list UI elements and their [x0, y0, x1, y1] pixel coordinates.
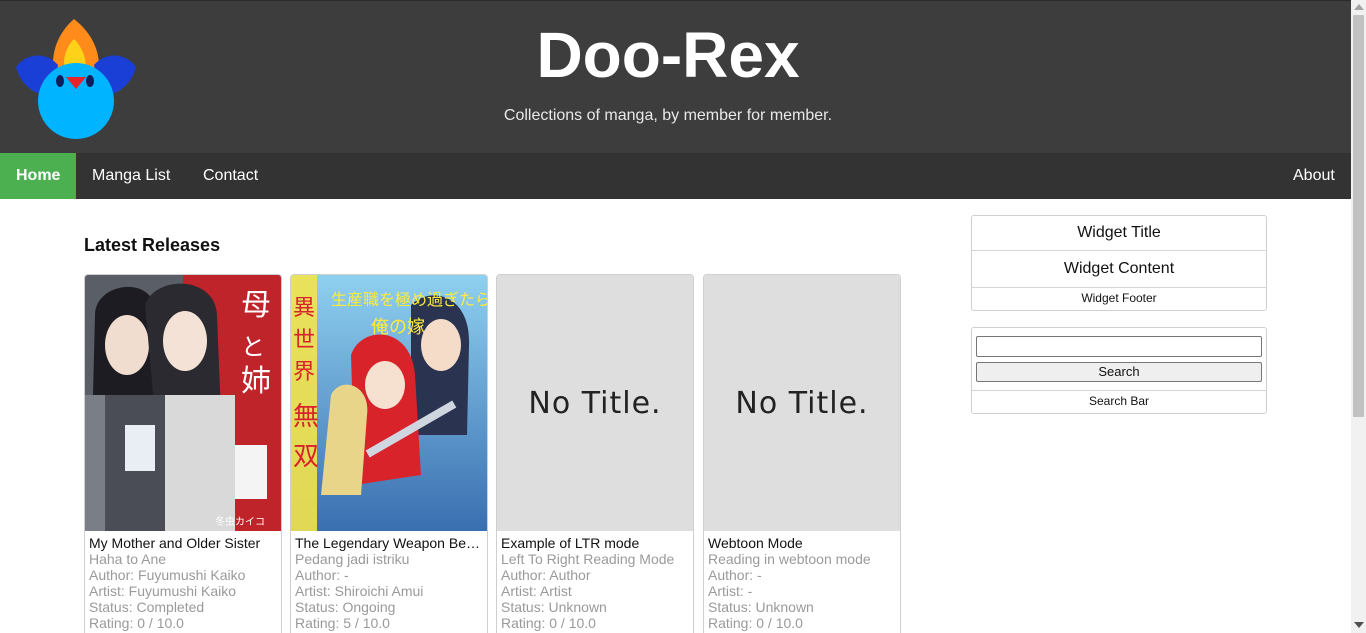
manga-title[interactable]: Example of LTR mode — [501, 535, 691, 551]
manga-artist: Artist: Artist — [501, 583, 572, 599]
svg-text:生産職を極め過ぎたら: 生産職を極め過ぎたら — [331, 290, 487, 309]
widget-content: Widget Content — [972, 251, 1266, 288]
manga-card[interactable]: 異 世 界 無 双 生産職を極め過ぎたら 俺の嫁 The Legendary W… — [290, 274, 488, 633]
manga-artist: Artist: Shiroichi Amui — [295, 583, 424, 599]
svg-text:世: 世 — [293, 328, 315, 353]
cover-title-text: 母 — [241, 288, 271, 323]
manga-rating: Rating: 0 / 10.0 — [501, 615, 596, 631]
manga-status: Status: Completed — [89, 599, 205, 615]
svg-text:と: と — [241, 333, 265, 361]
no-title-placeholder: No Title. — [528, 385, 662, 421]
search-form: Search — [972, 328, 1266, 391]
manga-title[interactable]: The Legendary Weapon Became My Bride — [295, 535, 485, 551]
manga-title[interactable]: Webtoon Mode — [708, 535, 898, 551]
no-title-placeholder: No Title. — [735, 385, 869, 421]
manga-alt-title: Left To Right Reading Mode — [501, 551, 675, 567]
page-scrollbar[interactable] — [1351, 0, 1366, 633]
svg-text:界: 界 — [293, 360, 315, 385]
widget-title: Widget Title — [972, 216, 1266, 251]
manga-cover-image: 母 と 姉 冬虫カイコ — [85, 275, 281, 531]
manga-author: Author: Fuyumushi Kaiko — [89, 567, 246, 583]
manga-alt-title: Reading in webtoon mode — [708, 551, 871, 567]
manga-card[interactable]: No Title. Webtoon Mode Reading in webtoo… — [703, 274, 901, 633]
manga-cover[interactable]: No Title. — [497, 275, 693, 531]
manga-cover[interactable]: 異 世 界 無 双 生産職を極め過ぎたら 俺の嫁 — [291, 275, 487, 531]
scroll-up-arrow-icon[interactable] — [1354, 4, 1364, 10]
search-widget: Search Search Bar — [971, 327, 1267, 414]
nav-home[interactable]: Home — [0, 153, 77, 199]
svg-text:俺の嫁: 俺の嫁 — [371, 317, 425, 338]
site-tagline: Collections of manga, by member for memb… — [503, 107, 833, 124]
manga-card-info: The Legendary Weapon Became My Bride Ped… — [295, 535, 485, 631]
manga-card-info: Webtoon Mode Reading in webtoon mode Aut… — [708, 535, 898, 631]
manga-rating: Rating: 0 / 10.0 — [708, 615, 803, 631]
nav-contact[interactable]: Contact — [187, 153, 274, 199]
manga-rating: Rating: 5 / 10.0 — [295, 615, 390, 631]
nav-manga-list[interactable]: Manga List — [76, 153, 186, 199]
manga-alt-title: Haha to Ane — [89, 551, 167, 567]
manga-card-info: Example of LTR mode Left To Right Readin… — [501, 535, 691, 631]
nav-about[interactable]: About — [1277, 153, 1351, 199]
manga-cover[interactable]: No Title. — [704, 275, 900, 531]
scroll-down-arrow-icon[interactable] — [1354, 622, 1364, 628]
svg-text:無: 無 — [293, 402, 319, 432]
manga-cover-image: 異 世 界 無 双 生産職を極め過ぎたら 俺の嫁 — [291, 275, 487, 531]
manga-author: Author: Author — [501, 567, 591, 583]
svg-text:姉: 姉 — [241, 364, 271, 399]
sidebar-widget: Widget Title Widget Content Widget Foote… — [971, 215, 1267, 311]
manga-cover[interactable]: 母 と 姉 冬虫カイコ — [85, 275, 281, 531]
manga-rating: Rating: 0 / 10.0 — [89, 615, 184, 631]
manga-card[interactable]: No Title. Example of LTR mode Left To Ri… — [496, 274, 694, 633]
search-bar-footer: Search Bar — [1088, 394, 1150, 408]
manga-card[interactable]: 母 と 姉 冬虫カイコ My Mother and Older Sister H… — [84, 274, 282, 633]
scroll-thumb[interactable] — [1353, 15, 1364, 417]
main-nav: Home Manga List Contact About — [0, 153, 1351, 199]
manga-title[interactable]: My Mother and Older Sister — [89, 535, 279, 551]
manga-alt-title: Pedang jadi istriku — [295, 551, 410, 567]
manga-artist: Artist: Fuyumushi Kaiko — [89, 583, 237, 599]
manga-status: Status: Unknown — [501, 599, 607, 615]
manga-artist: Artist: - — [708, 583, 753, 599]
latest-releases-heading: Latest Releases — [84, 235, 221, 255]
search-input[interactable] — [976, 336, 1262, 357]
manga-card-info: My Mother and Older Sister Haha to Ane A… — [89, 535, 279, 631]
manga-status: Status: Unknown — [708, 599, 814, 615]
site-title[interactable]: Doo-Rex — [0, 19, 1336, 91]
site-header: Doo-Rex Collections of manga, by member … — [0, 0, 1351, 153]
manga-author: Author: - — [295, 567, 349, 583]
manga-author: Author: - — [708, 567, 762, 583]
manga-status: Status: Ongoing — [295, 599, 396, 615]
svg-text:双: 双 — [293, 442, 319, 472]
search-button[interactable]: Search — [976, 362, 1262, 382]
widget-footer: Widget Footer — [1081, 291, 1157, 305]
svg-text:異: 異 — [293, 296, 315, 321]
svg-text:冬虫カイコ: 冬虫カイコ — [215, 515, 265, 528]
